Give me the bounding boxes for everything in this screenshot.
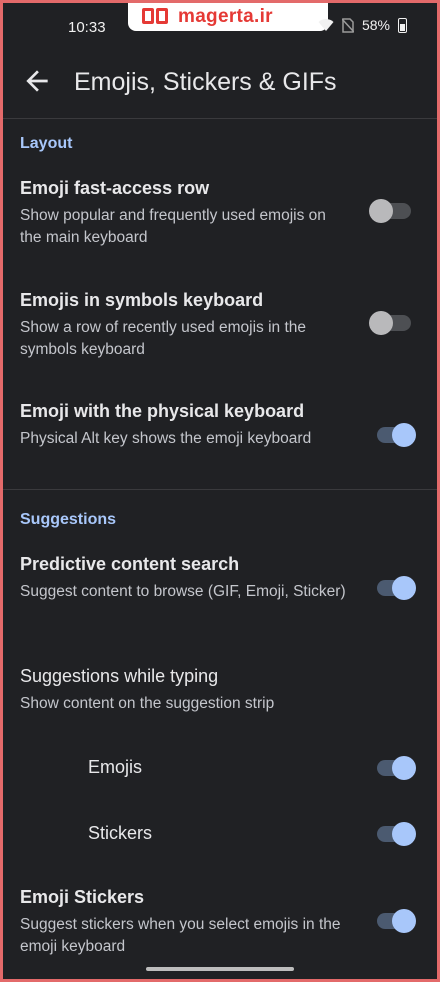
setting-subtitle: Show popular and frequently used emojis … (20, 207, 326, 246)
toggle-suggest-emojis[interactable] (375, 756, 416, 780)
setting-subtitle: Show a row of recently used emojis in th… (20, 319, 307, 358)
section-divider (3, 489, 437, 490)
page-title: Emojis, Stickers & GIFs (74, 68, 337, 96)
watermark-text: magerta.ir (178, 6, 273, 27)
appbar-divider (3, 118, 437, 119)
status-icons: 58% (318, 17, 407, 33)
watermark-badge: magerta.ir (128, 3, 328, 31)
wifi-icon (318, 19, 334, 31)
no-sim-icon (341, 17, 354, 33)
toggle-emoji-stickers[interactable] (375, 909, 416, 933)
setting-title: Emoji with the physical keyboard (20, 401, 305, 421)
setting-label-emojis: Emojis (88, 757, 143, 777)
setting-title: Emojis in symbols keyboard (20, 290, 264, 310)
setting-suggest-stickers[interactable]: Stickers (3, 819, 437, 851)
setting-label-stickers: Stickers (88, 823, 153, 843)
setting-subtitle: Show content on the suggestion strip (20, 695, 275, 712)
setting-subtitle: Physical Alt key shows the emoji keyboar… (20, 430, 312, 447)
section-header-layout: Layout (20, 135, 73, 152)
gesture-nav-handle[interactable] (146, 967, 294, 971)
toggle-emoji-fast-access-row[interactable] (369, 199, 415, 223)
setting-title: Predictive content search (20, 554, 240, 574)
setting-suggest-emojis[interactable]: Emojis (3, 753, 437, 785)
setting-title: Suggestions while typing (20, 666, 219, 686)
toggle-emoji-physical-keyboard[interactable] (375, 423, 416, 447)
toggle-predictive-content-search[interactable] (375, 576, 416, 600)
toggle-emojis-in-symbols-keyboard[interactable] (369, 311, 415, 335)
setting-title: Emoji Stickers (20, 887, 145, 907)
watermark-logo-icon (142, 8, 170, 26)
app-bar: Emojis, Stickers & GIFs (3, 51, 437, 113)
status-bar: 10:33 magerta.ir 58% (3, 3, 437, 51)
arrow-back-icon[interactable] (21, 65, 53, 97)
phone-screen: 10:33 magerta.ir 58% Emojis, Stickers & … (3, 3, 437, 979)
battery-percent: 58% (361, 17, 390, 33)
setting-title: Emoji fast-access row (20, 178, 210, 198)
setting-subtitle: Suggest stickers when you select emojis … (20, 916, 341, 955)
status-time: 10:33 (68, 19, 106, 36)
toggle-suggest-stickers[interactable] (375, 822, 416, 846)
battery-icon (398, 17, 407, 33)
setting-subtitle: Suggest content to browse (GIF, Emoji, S… (20, 583, 346, 600)
section-header-suggestions: Suggestions (20, 511, 117, 528)
